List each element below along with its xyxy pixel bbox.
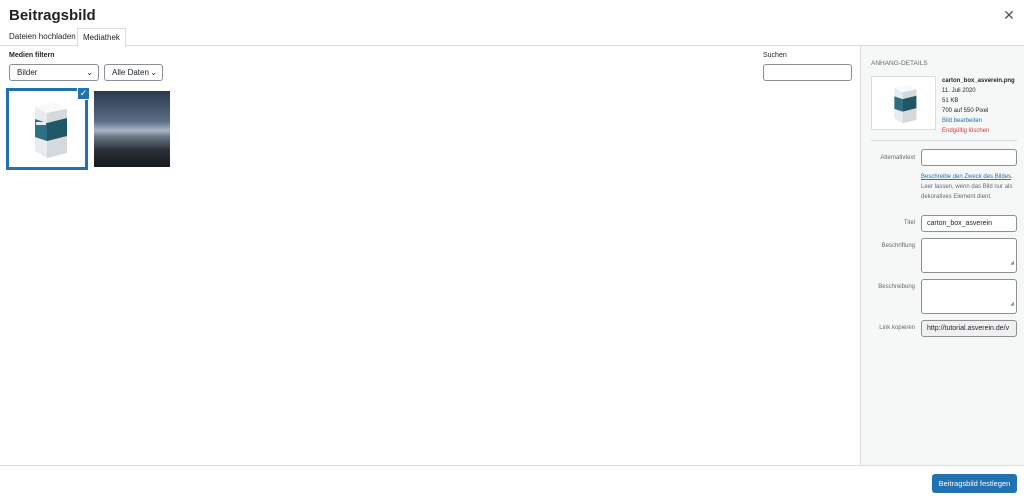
media-modal: Beitragsbild ✕ Dateien hochladen Mediath… <box>0 0 1024 498</box>
modal-footer: Beitragsbild festlegen <box>0 465 1024 498</box>
filter-label: Medien filtern <box>9 52 55 59</box>
attachment-date: 11. Juli 2020 <box>942 88 976 94</box>
attachment-preview <box>871 76 936 130</box>
copy-link-label: Link kopieren <box>879 325 915 331</box>
search-label: Suchen <box>763 52 787 59</box>
chevron-down-icon: ⌄ <box>86 68 93 77</box>
edit-image-link[interactable]: Bild bearbeiten <box>942 116 1015 126</box>
date-value: Alle Daten <box>112 68 149 77</box>
checkmark-icon[interactable]: ✓ <box>77 87 90 100</box>
carton-box-image <box>35 103 67 158</box>
tab-upload-files[interactable]: Dateien hochladen <box>4 28 81 47</box>
alt-text-label: Alternativtext <box>880 155 915 161</box>
attachment-details-sidebar: Anhang-Details carton_box_asverein.png 1… <box>860 46 1024 465</box>
set-featured-image-button[interactable]: Beitragsbild festlegen <box>932 474 1017 493</box>
date-select[interactable]: Alle Daten ⌄ <box>104 64 163 81</box>
divider <box>871 140 1017 141</box>
media-type-value: Bilder <box>17 68 38 77</box>
alt-text-help-link[interactable]: Beschreibe den Zweck des Bildes <box>921 174 1011 180</box>
media-type-select[interactable]: Bilder ⌄ <box>9 64 99 81</box>
tab-media-library[interactable]: Mediathek <box>77 28 126 47</box>
media-item-mountain[interactable] <box>94 91 170 167</box>
attachment-filename: carton_box_asverein.png <box>942 78 1015 84</box>
tab-bar: Dateien hochladen Mediathek <box>0 28 1024 47</box>
copy-link-input[interactable]: http://tutorial.asverein.de/v <box>921 320 1017 337</box>
caption-label: Beschriftung <box>881 243 915 249</box>
attachment-dimensions: 700 auf 550 Pixel <box>942 108 989 114</box>
resize-handle-icon[interactable]: ◢ <box>1010 256 1014 271</box>
description-label: Beschreibung <box>878 284 915 290</box>
attachment-info: carton_box_asverein.png 11. Juli 2020 51… <box>942 76 1015 136</box>
attachment-details-heading: Anhang-Details <box>871 60 928 67</box>
search-input[interactable] <box>763 64 852 81</box>
chevron-down-icon: ⌄ <box>150 68 157 77</box>
alt-text-input[interactable] <box>921 149 1017 166</box>
delete-permanently-link[interactable]: Endgültig löschen <box>942 126 1015 136</box>
description-textarea[interactable]: ◢ <box>921 279 1017 314</box>
title-label: Titel <box>903 220 915 226</box>
close-icon[interactable]: ✕ <box>1002 8 1016 22</box>
modal-title: Beitragsbild <box>9 7 96 24</box>
resize-handle-icon[interactable]: ◢ <box>1010 297 1014 312</box>
alt-text-help: Beschreibe den Zweck des Bildes. Leer la… <box>921 172 1021 202</box>
title-input[interactable]: carton_box_asverein <box>921 215 1017 232</box>
media-item-carton-box[interactable] <box>6 88 88 170</box>
attachment-size: 51 KB <box>942 98 959 104</box>
caption-textarea[interactable]: ◢ <box>921 238 1017 273</box>
carton-box-image <box>894 85 917 124</box>
